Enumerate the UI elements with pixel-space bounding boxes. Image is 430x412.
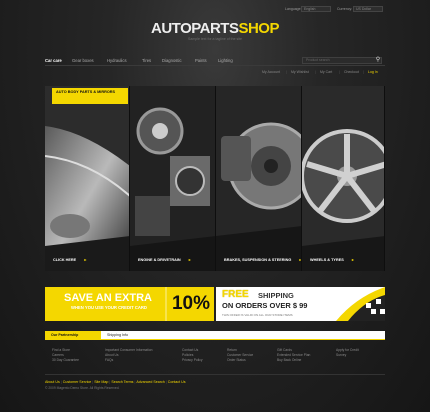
panel-label[interactable]: BRAKES, SUSPENSION & STEERING ▸	[224, 258, 301, 263]
site-tagline: Sample text for a tagline of the site	[188, 37, 242, 41]
footer-column: Important Consumer Information About Us …	[105, 348, 165, 363]
link-my-wishlist[interactable]: My Wishlist	[291, 69, 309, 75]
promo-percent: 10%	[171, 293, 211, 314]
promo-banner-free-shipping[interactable]: FREE SHIPPING ON ORDERS OVER $ 99 THIS O…	[216, 287, 385, 321]
tab-our-partnership[interactable]: Our Partnership	[45, 331, 101, 339]
panel-label[interactable]: WHEELS & TYRES ▸	[310, 258, 354, 263]
promo-note: THIS OFFER IS VALID ON ALL OUR STORE ITE…	[222, 313, 293, 317]
search-icon[interactable]: ⚲	[374, 57, 382, 64]
footer-link[interactable]: Survey	[336, 353, 396, 358]
footer-nav-about[interactable]: About Us	[45, 380, 60, 384]
site-logo[interactable]: AUTOPARTSSHOP	[0, 20, 430, 37]
wheel-rim-image	[302, 86, 384, 271]
category-panel-wheels[interactable]: WHEELS & TYRES ▸	[302, 86, 385, 271]
panel-label[interactable]: ENGINE & DRIVETRAIN ▸	[138, 258, 191, 263]
promo-title-shipping: SHIPPING	[258, 291, 294, 300]
separator: |	[363, 70, 364, 74]
category-panel-engine[interactable]: ENGINE & DRIVETRAIN ▸	[130, 86, 216, 271]
copyright: © 2009 Magento Demo Store. All Rights Re…	[45, 386, 120, 390]
link-my-account[interactable]: My Account	[262, 69, 280, 75]
footer-nav-customer-service[interactable]: Customer Service	[63, 380, 92, 384]
footer-link[interactable]: Buy Back Online	[277, 358, 337, 363]
checkered-flag-icon	[336, 287, 385, 321]
nav-item-diagnostic[interactable]: Diagnostic	[162, 56, 182, 65]
arrow-right-icon: ▸	[84, 258, 87, 262]
logo-text-main: AUTOPARTS	[151, 20, 239, 37]
footer-nav-contact[interactable]: Contact Us	[168, 380, 186, 384]
currency-label: Currency:	[337, 7, 353, 11]
divider	[165, 287, 167, 321]
logo-text-accent: SHOP	[238, 20, 279, 37]
link-checkout[interactable]: Checkout	[344, 69, 359, 75]
nav-item-tires[interactable]: Tires	[142, 56, 151, 65]
separator: |	[315, 70, 316, 74]
nav-item-paints[interactable]: Paints	[195, 56, 207, 65]
panel-label[interactable]: CLICK HERE ▸	[53, 258, 86, 263]
info-tabs: Our Partnership Shipping Info	[45, 331, 385, 339]
nav-item-hydraulics[interactable]: Hydraulics	[107, 56, 127, 65]
tab-shipping-info[interactable]: Shipping Info	[101, 331, 149, 339]
separator: |	[286, 70, 287, 74]
category-panel-brakes[interactable]: BRAKES, SUSPENSION & STEERING ▸	[216, 86, 302, 271]
currency-select[interactable]: US Dollar	[353, 6, 383, 12]
promo-title: SAVE AN EXTRA	[63, 292, 152, 304]
tab-underline	[45, 339, 385, 340]
arrow-right-icon: ▸	[188, 258, 191, 262]
footer-link[interactable]: FAQs	[105, 358, 165, 363]
search-input[interactable]: Product search	[302, 57, 382, 64]
promo-subtitle: ON ORDERS OVER $ 99	[222, 301, 308, 310]
footer-nav-search-terms[interactable]: Search Terms	[111, 380, 133, 384]
footer-column: Apply for Credit Survey	[336, 348, 396, 358]
footer-nav-advanced-search[interactable]: Advanced Search	[136, 380, 164, 384]
nav-item-car-care[interactable]: Car care	[45, 56, 62, 65]
link-log-in[interactable]: Log In	[368, 69, 378, 75]
footer-nav-site-map[interactable]: Site Map	[94, 380, 108, 384]
category-panel-body-parts[interactable]: CLICK HERE ▸	[45, 86, 130, 271]
arrow-right-icon: ▸	[351, 258, 354, 262]
panel-header-badge: AUTO BODY PARTS & MIRRORS	[52, 88, 128, 104]
promo-subtitle: WHEN YOU USE YOUR CREDIT CARD	[71, 305, 147, 310]
footer-divider	[45, 374, 385, 375]
footer-column: Find a Store Careers 30 Day Guarantee	[52, 348, 112, 363]
engine-image	[130, 86, 215, 271]
footer-column: Gift Cards Extended Service Plan Buy Bac…	[277, 348, 337, 363]
brake-disc-image	[216, 86, 301, 271]
link-my-cart[interactable]: My Cart	[320, 69, 332, 75]
promo-banner-credit-card[interactable]: SAVE AN EXTRA WHEN YOU USE YOUR CREDIT C…	[45, 287, 214, 321]
language-select[interactable]: English	[301, 6, 331, 12]
nav-item-gear-boxes[interactable]: Gear boxes	[72, 56, 94, 65]
language-label: Language:	[285, 7, 302, 11]
page-background: Language: English Currency: US Dollar AU…	[0, 0, 430, 412]
footer-link[interactable]: 30 Day Guarantee	[52, 358, 112, 363]
promo-title-free: FREE	[222, 289, 249, 300]
separator: |	[339, 70, 340, 74]
nav-item-lighting[interactable]: Lighting	[218, 56, 233, 65]
car-body-image	[45, 86, 129, 271]
